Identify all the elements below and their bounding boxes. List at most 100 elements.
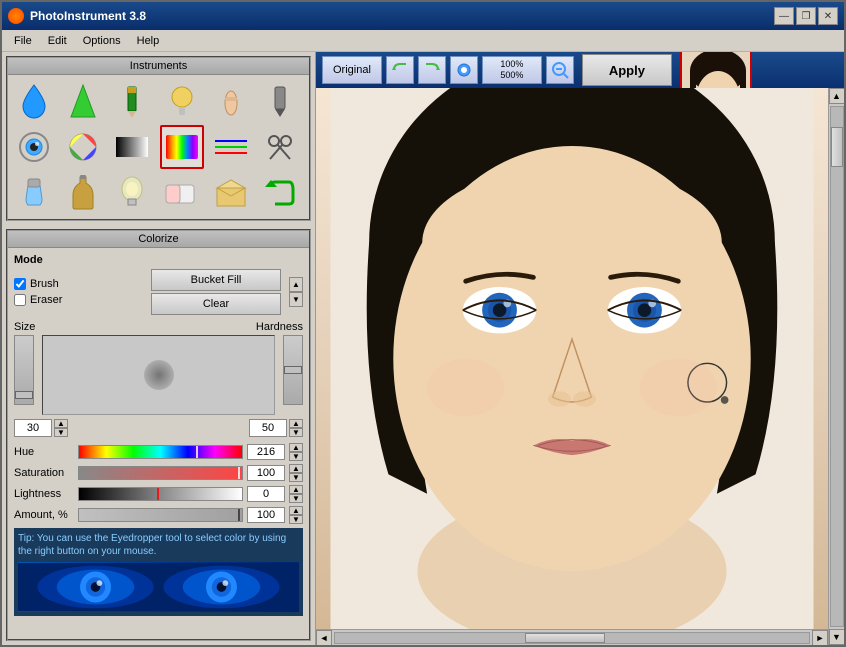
tool-color-wheel[interactable] <box>61 125 105 169</box>
apply-button[interactable]: Apply <box>582 54 672 86</box>
brush-row: Brush <box>14 278 62 290</box>
canvas-column: ◄ ► <box>316 88 828 645</box>
size-up[interactable]: ▲ <box>54 419 68 428</box>
tool-pencil[interactable] <box>110 79 154 123</box>
tip-section: Tip: You can use the Eyedropper tool to … <box>14 528 303 616</box>
app-icon <box>8 8 24 24</box>
colorize-content: Mode Brush Eraser <box>8 248 309 622</box>
restore-button[interactable]: ❐ <box>796 7 816 25</box>
menubar: File Edit Options Help <box>2 30 844 52</box>
tool-undo[interactable] <box>258 171 302 215</box>
menu-help[interactable]: Help <box>129 33 168 49</box>
lightness-spin: ▲ ▼ <box>289 485 303 503</box>
blur-preview <box>42 335 275 415</box>
undo-button[interactable] <box>386 56 414 84</box>
amount-label: Amount, % <box>14 509 74 521</box>
hue-up[interactable]: ▲ <box>289 443 303 452</box>
saturation-down[interactable]: ▼ <box>289 473 303 482</box>
size-input[interactable]: 30 <box>14 419 52 437</box>
saturation-value[interactable] <box>247 465 285 481</box>
minimize-button[interactable]: — <box>774 7 794 25</box>
tool-lines[interactable] <box>209 125 253 169</box>
zoom-in-button[interactable] <box>450 56 478 84</box>
amount-spin: ▲ ▼ <box>289 506 303 524</box>
lightness-value[interactable] <box>247 486 285 502</box>
hue-down[interactable]: ▼ <box>289 452 303 461</box>
bottom-scrollbar: ◄ ► <box>316 629 828 645</box>
hue-label: Hue <box>14 446 74 458</box>
brush-checkbox[interactable] <box>14 278 26 290</box>
toolbar: Original 100% 500% <box>316 52 844 88</box>
vertical-scroll-thumb[interactable] <box>831 127 843 167</box>
face-canvas[interactable] <box>316 88 828 629</box>
hue-spin: ▲ ▼ <box>289 443 303 461</box>
tool-lamp[interactable] <box>110 171 154 215</box>
canvas-wrapper: ◄ ► ▲ ▼ <box>316 88 844 645</box>
tool-eraser[interactable] <box>160 171 204 215</box>
lightness-slider[interactable] <box>78 487 243 501</box>
hardness-down[interactable]: ▼ <box>289 428 303 437</box>
menu-edit[interactable]: Edit <box>40 33 75 49</box>
colorize-header: Colorize <box>8 231 309 248</box>
size-down[interactable]: ▼ <box>54 428 68 437</box>
lightness-up[interactable]: ▲ <box>289 485 303 494</box>
amount-slider[interactable] <box>78 508 243 522</box>
clear-button[interactable]: Clear <box>151 293 281 315</box>
tool-box[interactable] <box>209 171 253 215</box>
mode-row: Brush Eraser Bucket Fill Clear <box>14 269 303 315</box>
hardness-input[interactable] <box>249 419 287 437</box>
close-button[interactable]: ✕ <box>818 7 838 25</box>
hardness-slider[interactable] <box>283 335 303 405</box>
hardness-thumb <box>284 366 302 374</box>
tool-scissors[interactable] <box>258 125 302 169</box>
titlebar-left: PhotoInstrument 3.8 <box>8 8 146 24</box>
hue-slider[interactable] <box>78 445 243 459</box>
hsl-section: Hue ▲ ▼ Saturation <box>14 443 303 524</box>
lightness-down[interactable]: ▼ <box>289 494 303 503</box>
zoom-out-button[interactable] <box>546 56 574 84</box>
value-row: 30 ▲ ▼ ▲ ▼ <box>14 419 303 437</box>
scroll-left-button[interactable]: ◄ <box>316 630 332 646</box>
tool-pen[interactable] <box>258 79 302 123</box>
tool-gradient[interactable] <box>110 125 154 169</box>
hue-row: Hue ▲ ▼ <box>14 443 303 461</box>
slider-header: Size Hardness <box>14 321 303 333</box>
size-spin: ▲ ▼ <box>54 419 68 437</box>
horizontal-scroll-thumb[interactable] <box>525 633 605 643</box>
redo-button[interactable] <box>418 56 446 84</box>
tool-bottle[interactable] <box>61 171 105 215</box>
brush-label: Brush <box>30 278 59 290</box>
eraser-checkbox[interactable] <box>14 294 26 306</box>
size-slider[interactable] <box>14 335 34 405</box>
tool-finger[interactable] <box>209 79 253 123</box>
scroll-down-button[interactable]: ▼ <box>829 629 845 645</box>
hue-value[interactable] <box>247 444 285 460</box>
amount-down[interactable]: ▼ <box>289 515 303 524</box>
menu-options[interactable]: Options <box>75 33 129 49</box>
scroll-right-button[interactable]: ► <box>812 630 828 646</box>
original-button[interactable]: Original <box>322 56 382 84</box>
tool-cone[interactable] <box>61 79 105 123</box>
instruments-header: Instruments <box>8 58 309 75</box>
tool-eye[interactable] <box>12 125 56 169</box>
zoom-level[interactable]: 100% 500% <box>482 56 542 84</box>
tool-lightbulb[interactable] <box>160 79 204 123</box>
sliders-section: Size Hardness <box>14 321 303 437</box>
amount-value[interactable] <box>247 507 285 523</box>
scroll-up-button[interactable]: ▲ <box>829 88 845 104</box>
amount-up[interactable]: ▲ <box>289 506 303 515</box>
tool-tube[interactable] <box>12 171 56 215</box>
tool-water-drop[interactable] <box>12 79 56 123</box>
tool-rainbow[interactable] <box>160 125 204 169</box>
saturation-up[interactable]: ▲ <box>289 464 303 473</box>
face-svg <box>316 88 828 629</box>
size-label: Size <box>14 321 35 333</box>
mode-scroll-up[interactable]: ▲ <box>290 278 302 292</box>
mode-scroll-down[interactable]: ▼ <box>290 292 302 306</box>
canvas-scroll[interactable] <box>316 88 828 629</box>
bucket-fill-button[interactable]: Bucket Fill <box>151 269 281 291</box>
saturation-slider[interactable] <box>78 466 243 480</box>
menu-file[interactable]: File <box>6 33 40 49</box>
hardness-up[interactable]: ▲ <box>289 419 303 428</box>
size-slider-container <box>14 335 34 415</box>
